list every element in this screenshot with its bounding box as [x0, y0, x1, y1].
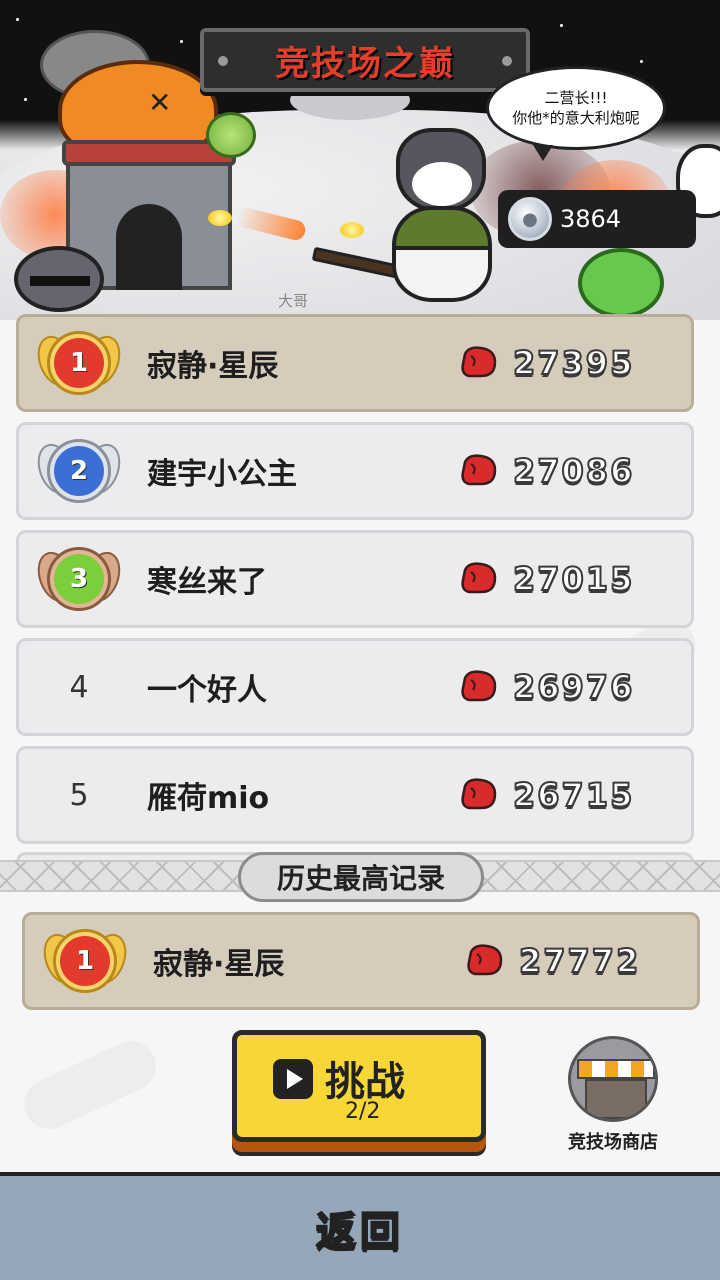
player-name: 一个好人	[147, 673, 267, 708]
boxing-glove-icon	[461, 346, 497, 378]
star	[24, 98, 27, 101]
silver-coin-icon: ●	[508, 197, 552, 241]
player-score: 26715	[512, 775, 635, 815]
star	[180, 40, 183, 43]
bullet	[340, 222, 364, 238]
boxing-glove-icon	[461, 562, 497, 594]
star	[560, 24, 563, 27]
back-label: 返回	[315, 1208, 404, 1256]
soldier-dog-character	[392, 206, 492, 302]
boxing-glove-icon	[461, 454, 497, 486]
rank-number: 4	[69, 669, 89, 705]
ranking-row[interactable]: 3 寒丝来了 27015	[16, 530, 694, 628]
player-score: 27015	[512, 559, 635, 599]
player-name: 建宇小公主	[147, 457, 297, 492]
boxing-glove-icon	[461, 778, 497, 810]
player-score: 27086	[512, 451, 635, 491]
rank-number: 1	[54, 338, 104, 388]
rank-number: 2	[54, 446, 104, 496]
player-score: 27772	[518, 941, 641, 981]
bolt-icon	[502, 56, 512, 66]
ranking-row[interactable]: 1 寂静·星辰 27395	[16, 314, 694, 412]
shop-label: 竞技场商店	[568, 1132, 658, 1153]
player-name: 寒丝来了	[147, 565, 267, 600]
green-dog-character	[578, 248, 664, 318]
bullet	[208, 210, 232, 226]
silver-medal-icon: 2	[31, 431, 127, 511]
player-score: 27395	[512, 343, 635, 383]
bolt-icon	[218, 56, 228, 66]
bronze-medal-icon: 3	[31, 539, 127, 619]
speech-line: 二营长!!!	[544, 89, 608, 107]
ranking-row[interactable]: 4 一个好人 26976	[16, 638, 694, 736]
challenge-button[interactable]: 挑战 2/2	[232, 1030, 486, 1142]
currency-display: ● 3864	[498, 190, 696, 248]
player-name: 寂静·星辰	[147, 349, 279, 384]
gold-medal-icon: 1	[37, 921, 133, 1001]
star	[16, 18, 19, 21]
battle-scene: ✕ 大哥 竞技场之巅 二营长!!! 你他*的意大利炮呢 ● 3864	[0, 0, 720, 320]
star	[640, 60, 643, 63]
challenge-count: 2/2	[345, 1099, 381, 1124]
back-button[interactable]: 返回	[0, 1172, 720, 1280]
page-title: 竞技场之巅	[275, 43, 455, 84]
ranking-row[interactable]: 5 雁荷mio 26715	[16, 746, 694, 844]
boxing-glove-icon	[461, 670, 497, 702]
play-icon	[273, 1059, 313, 1099]
player-score: 26976	[512, 667, 635, 707]
boxing-glove-icon	[467, 944, 503, 976]
player-name: 雁荷mio	[147, 781, 270, 816]
speech-bubble: 二营长!!! 你他*的意大利炮呢	[486, 66, 666, 161]
background-decoration	[15, 1032, 165, 1138]
character-label: 大哥	[278, 292, 309, 310]
cabbage	[206, 112, 256, 158]
speech-line: 你他*的意大利炮呢	[512, 109, 640, 127]
rank-number: 3	[54, 554, 104, 604]
arena-shop-button[interactable]: 竞技场商店	[558, 1036, 668, 1154]
ranking-row[interactable]: 2 建宇小公主 27086	[16, 422, 694, 520]
gold-medal-icon: 1	[31, 323, 127, 403]
shop-stall-icon	[568, 1036, 658, 1122]
currency-value: 3864	[560, 205, 622, 233]
history-record-label: 历史最高记录	[238, 852, 484, 902]
history-record-row[interactable]: 1 寂静·星辰 27772	[22, 912, 700, 1010]
sunglasses-dog-character	[14, 246, 104, 312]
title-plate: 竞技场之巅	[200, 28, 530, 92]
husky-character	[396, 128, 486, 212]
rank-number: 1	[60, 936, 110, 986]
player-name: 寂静·星辰	[153, 947, 285, 982]
rank-number: 5	[69, 777, 89, 813]
